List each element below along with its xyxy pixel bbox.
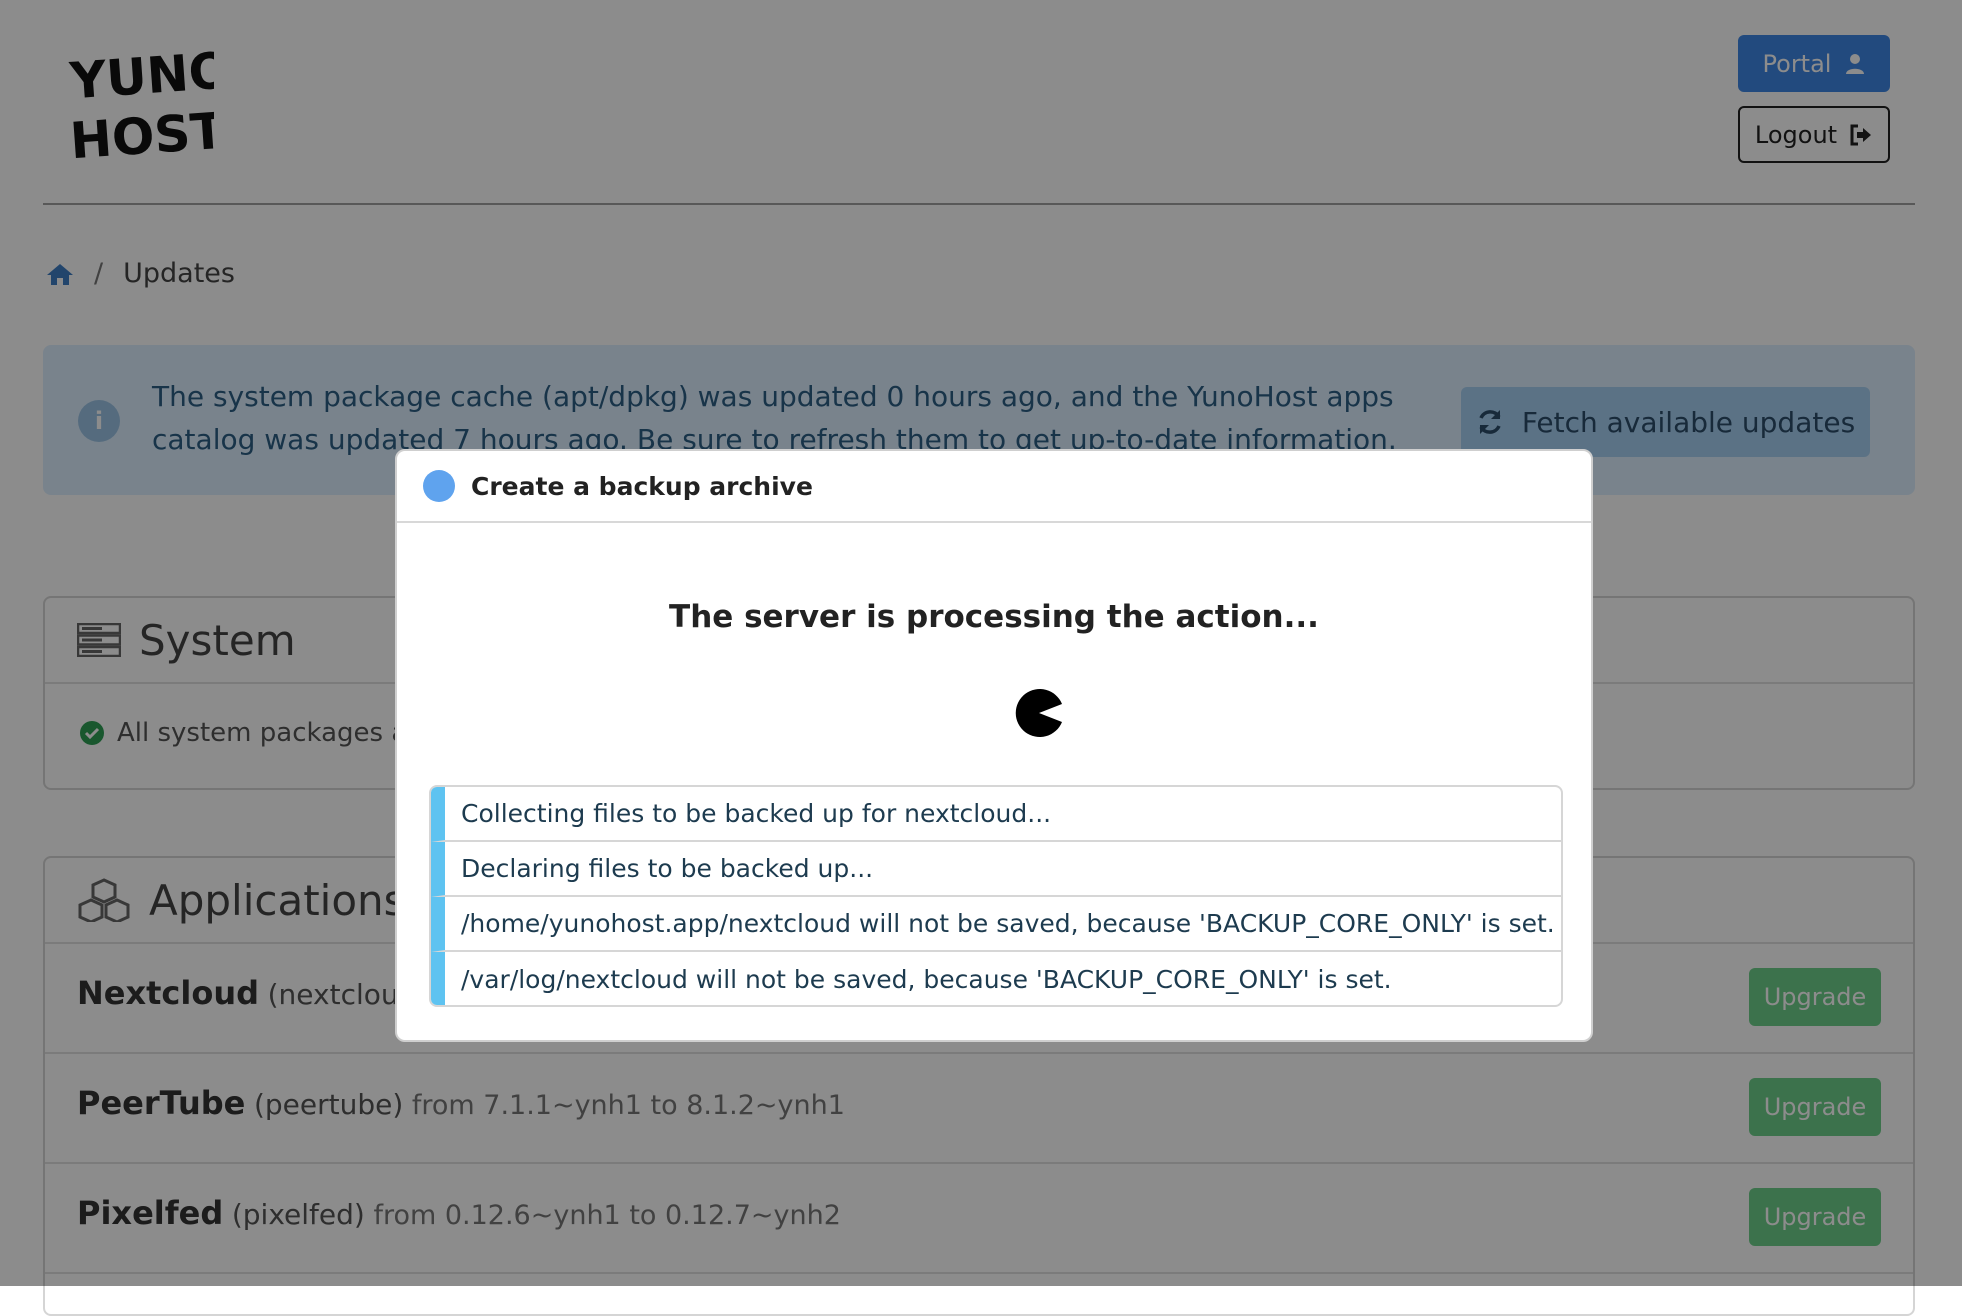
action-log: Collecting files to be backed up for nex… <box>429 785 1563 1007</box>
status-dot <box>423 470 455 502</box>
processing-message: The server is processing the action... <box>669 599 1319 635</box>
backup-modal: Create a backup archive The server is pr… <box>395 449 1593 1042</box>
log-message: Declaring files to be backed up... <box>431 842 1561 897</box>
pacman-spinner-icon <box>1015 689 1062 737</box>
log-message: /var/log/nextcloud will not be saved, be… <box>431 952 1561 1005</box>
log-message: Collecting files to be backed up for nex… <box>431 787 1561 842</box>
modal-header: Create a backup archive <box>397 451 1591 523</box>
modal-title: Create a backup archive <box>471 471 813 501</box>
log-message: /home/yunohost.app/nextcloud will not be… <box>431 897 1561 952</box>
